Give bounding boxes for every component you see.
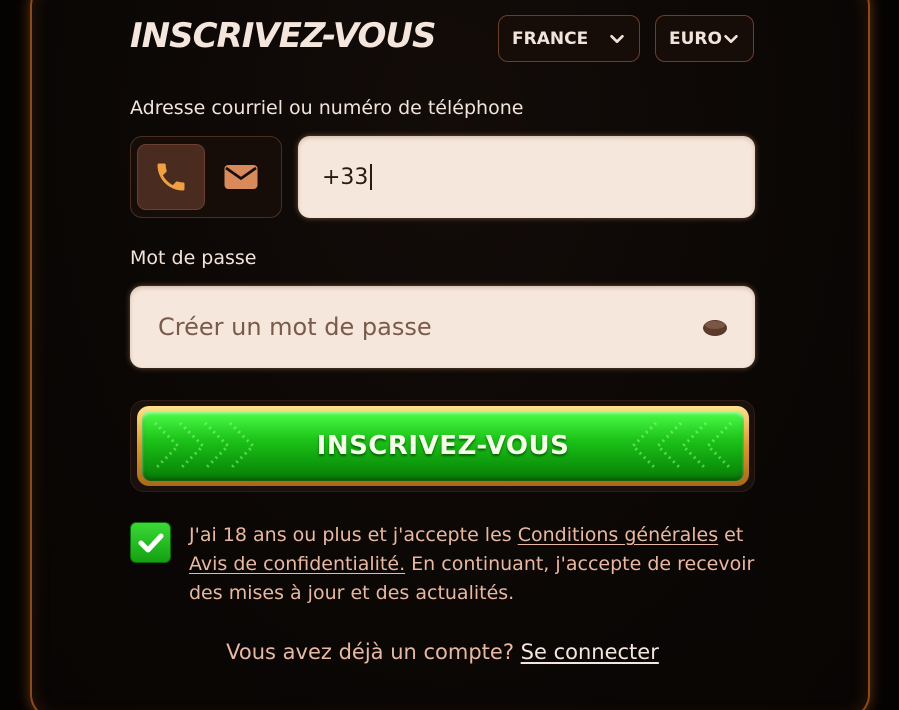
phone-method-button[interactable]: [137, 144, 205, 210]
phone-input[interactable]: +33: [298, 136, 755, 218]
email-method-button[interactable]: [207, 144, 275, 210]
country-select-value: FRANCE: [512, 28, 589, 49]
password-input[interactable]: Créer un mot de passe: [130, 286, 755, 368]
contact-label: Adresse courriel ou numéro de téléphone: [130, 97, 524, 119]
submit-button[interactable]: INSCRIVEZ-VOUS: [137, 406, 749, 486]
terms-text: J'ai 18 ans ou plus et j'accepte les Con…: [189, 521, 759, 608]
submit-button-frame: INSCRIVEZ-VOUS: [130, 400, 755, 492]
eye-icon[interactable]: [701, 317, 729, 337]
chevron-decoration-icon: [630, 421, 733, 471]
envelope-icon: [224, 165, 258, 189]
login-prompt: Vous avez déjà un compte? Se connecter: [0, 640, 885, 664]
login-prompt-text: Vous avez déjà un compte?: [226, 640, 514, 664]
country-select[interactable]: FRANCE: [498, 15, 640, 62]
phone-input-value: +33: [322, 164, 369, 190]
password-label: Mot de passe: [130, 247, 257, 269]
terms-text-part: J'ai 18 ans ou plus et j'accepte les: [189, 524, 518, 546]
contact-method-toggle: [130, 136, 282, 218]
currency-select[interactable]: EURO: [655, 15, 754, 62]
chevron-down-icon: [610, 34, 624, 43]
text-cursor: [370, 164, 373, 190]
terms-text-part: et: [718, 524, 744, 546]
currency-select-value: EURO: [669, 28, 722, 49]
chevron-decoration-icon: [153, 421, 256, 471]
submit-button-label: INSCRIVEZ-VOUS: [316, 431, 570, 461]
login-link[interactable]: Se connecter: [521, 640, 659, 664]
chevron-down-icon: [724, 34, 738, 43]
conditions-link[interactable]: Conditions générales: [518, 524, 718, 546]
checkmark-icon: [138, 533, 163, 552]
page-title: INSCRIVEZ-VOUS: [130, 16, 436, 56]
password-placeholder: Créer un mot de passe: [158, 313, 432, 341]
privacy-link[interactable]: Avis de confidentialité.: [189, 553, 405, 575]
phone-icon: [157, 163, 185, 191]
terms-checkbox[interactable]: [130, 522, 171, 563]
